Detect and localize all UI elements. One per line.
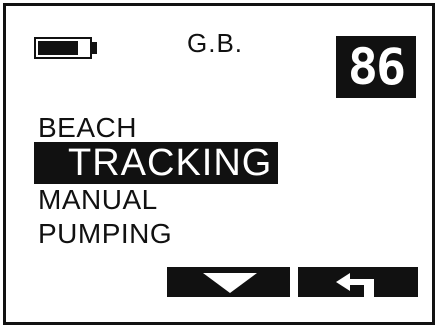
menu-item-manual[interactable]: MANUAL (38, 184, 158, 216)
down-arrow-icon (203, 273, 257, 293)
down-softkey[interactable] (167, 267, 290, 297)
menu-item-tracking[interactable]: TRACKING (34, 142, 279, 184)
battery-level (38, 41, 78, 55)
menu-item-beach[interactable]: BEACH (38, 112, 137, 144)
back-softkey[interactable] (298, 267, 418, 297)
battery-icon (34, 37, 92, 59)
value-display: 86 (336, 36, 416, 98)
back-arrow-icon (336, 273, 374, 297)
menu-item-pumping[interactable]: PUMPING (38, 218, 172, 250)
mode-label: G.B. (187, 28, 244, 58)
battery-tip (92, 42, 97, 54)
